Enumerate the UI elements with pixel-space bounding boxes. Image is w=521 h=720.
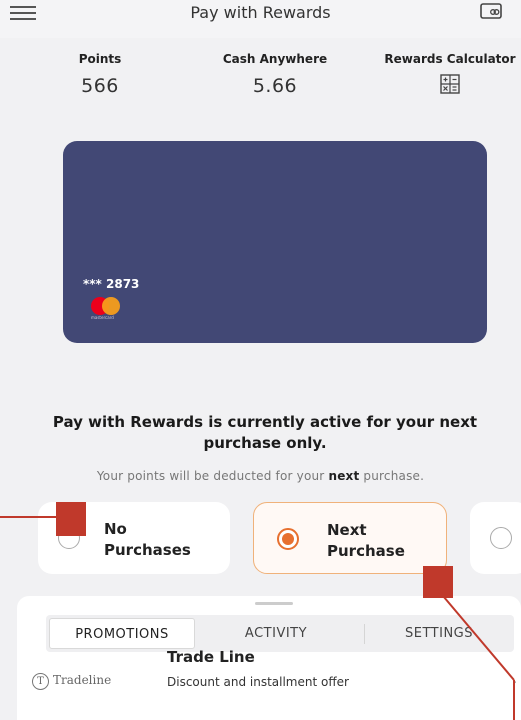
active-status-message: Pay with Rewards is currently active for… xyxy=(52,413,478,452)
top-bar: Pay with Rewards xyxy=(0,0,521,38)
option-next-purchase-line2: Purchase xyxy=(327,542,405,560)
wallet-icon[interactable] xyxy=(480,2,504,20)
mastercard-logo-text: mastercard xyxy=(91,315,114,320)
option-no-purchases[interactable]: No Purchases xyxy=(38,502,230,574)
rewards-summary: Points 566 Cash Anywhere 5.66 Rewards Ca… xyxy=(0,52,521,112)
cash-anywhere-value: 5.66 xyxy=(252,75,298,97)
tab-bar: PROMOTIONS ACTIVITY SETTINGS xyxy=(46,615,514,652)
option-partial-offscreen[interactable] xyxy=(470,502,521,574)
deduction-note: Your points will be deducted for your ne… xyxy=(0,469,521,483)
payment-card[interactable]: *** 2873 mastercard xyxy=(63,141,487,343)
rewards-calculator-button[interactable]: Rewards Calculator xyxy=(370,52,521,98)
radio-partial-offscreen[interactable] xyxy=(490,527,512,549)
option-next-purchase-line1: Next xyxy=(327,521,367,539)
tab-promotions[interactable]: PROMOTIONS xyxy=(49,618,195,649)
option-no-purchases-line1: No xyxy=(104,520,127,538)
promo-description[interactable]: Discount and installment offer xyxy=(167,675,349,689)
tradeline-logo: T Tradeline xyxy=(32,673,111,690)
radio-no-purchases[interactable] xyxy=(58,527,80,549)
cash-anywhere-label: Cash Anywhere xyxy=(222,52,328,66)
points-label: Points xyxy=(78,52,122,66)
option-no-purchases-line2: Purchases xyxy=(104,541,191,559)
deduction-note-bold: next xyxy=(328,469,360,483)
deduction-note-suffix: purchase. xyxy=(359,469,425,483)
tradeline-logo-text: Tradeline xyxy=(53,673,112,687)
option-no-purchases-label: No Purchases xyxy=(104,519,191,561)
page-title: Pay with Rewards xyxy=(190,3,331,22)
deduction-note-prefix: Your points will be deducted for your xyxy=(96,469,329,483)
tradeline-logo-letter: T xyxy=(32,673,49,690)
mastercard-logo: mastercard xyxy=(91,297,121,320)
cash-anywhere-stat: Cash Anywhere 5.66 xyxy=(200,52,350,97)
option-next-purchase[interactable]: Next Purchase xyxy=(253,502,447,574)
rewards-calculator-label: Rewards Calculator xyxy=(384,52,516,66)
card-number: *** 2873 xyxy=(83,277,140,291)
tab-activity[interactable]: ACTIVITY xyxy=(206,615,346,652)
points-stat: Points 566 xyxy=(60,52,140,97)
tab-settings[interactable]: SETTINGS xyxy=(364,615,514,652)
sheet-drag-handle[interactable] xyxy=(255,602,293,605)
promo-title: Trade Line xyxy=(167,648,255,666)
points-value: 566 xyxy=(81,75,119,97)
chevron-right-icon[interactable]: › xyxy=(512,675,517,690)
option-next-purchase-label: Next Purchase xyxy=(327,520,405,562)
calculator-icon xyxy=(440,74,460,94)
bottom-sheet: PROMOTIONS ACTIVITY SETTINGS Trade Line … xyxy=(17,596,521,720)
radio-next-purchase[interactable] xyxy=(277,528,299,550)
